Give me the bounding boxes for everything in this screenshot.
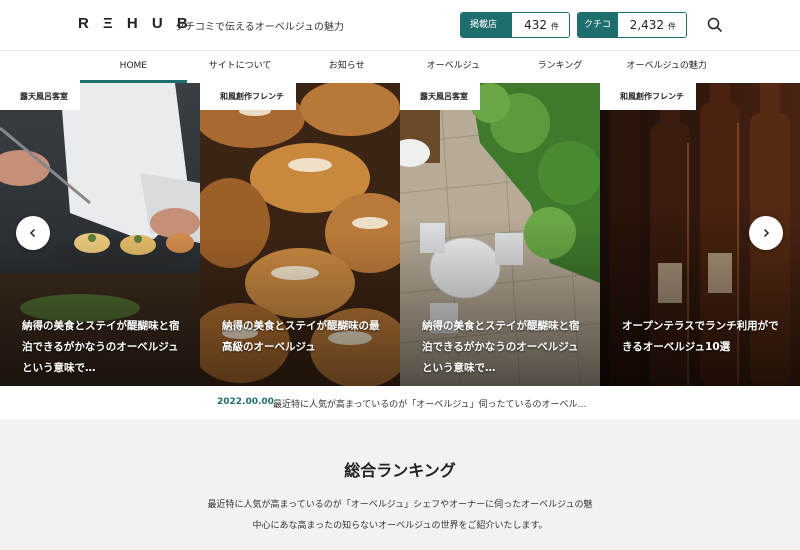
slide-title: 納得の美食とステイが醍醐味と宿泊できるがかなうのオーベルジュという意味で… [422, 320, 580, 374]
chevron-right-icon [763, 228, 770, 238]
review-count-number: 2,432 [629, 18, 664, 32]
slide-tag: 露天風呂客室 [400, 83, 480, 110]
store-count-label: 掲載店舗 [461, 13, 513, 37]
search-icon [707, 17, 722, 32]
nav-item-ranking[interactable]: ランキング [507, 51, 614, 83]
slide-tag: 露天風呂客室 [0, 83, 80, 110]
news-date: 2022.00.00 [217, 397, 274, 407]
ranking-description-line-2: 中心にあな高まったの知らないオーベルジュの世界をご紹介いたします。 [252, 521, 548, 531]
featured-slider: 露天風呂客室 納得の美食とステイが醍醐味と宿泊できるがかなうのオーベルジュという… [0, 83, 800, 386]
nav-item-appeal[interactable]: オーベルジュの魅力 [613, 51, 720, 83]
store-count-value: 432 件 [512, 13, 569, 37]
news-headline[interactable]: 最近特に人気が高まっているのが「オーベルジュ」伺ったているのオーベル… [273, 397, 587, 410]
store-count-number: 432 [524, 18, 547, 32]
store-count-unit: 件 [551, 22, 559, 31]
slide-title: 納得の美食とステイが醍醐味と宿泊できるがかなうのオーベルジュという意味で… [22, 320, 180, 374]
review-count-value: 2,432 件 [617, 13, 686, 37]
review-count-unit: 件 [668, 22, 676, 31]
slide-card-3[interactable]: 露天風呂客室 納得の美食とステイが醍醐味と宿泊できるがかなうのオーベルジュという… [400, 83, 600, 386]
nav-item-news[interactable]: お知らせ [293, 51, 400, 83]
slide-tag: 和風創作フレンチ [600, 83, 696, 110]
slider-next-button[interactable] [749, 216, 783, 250]
slide-title: 納得の美食とステイが醍醐味の最高級のオーベルジュ [222, 320, 380, 353]
search-button[interactable] [706, 16, 724, 34]
slide-title: オープンテラスでランチ利用ができるオーベルジュ10選 [622, 320, 779, 353]
store-count-badge: 掲載店舗 432 件 [460, 12, 570, 38]
main-nav: HOME サイトについて お知らせ オーベルジュ ランキング オーベルジュの魅力 [0, 50, 800, 83]
nav-item-auberge[interactable]: オーベルジュ [400, 51, 507, 83]
ranking-section: 総合ランキング 最近特に人気が高まっているのが「オーベルジュ」シェフやオーナーに… [0, 419, 800, 550]
site-header: R Ξ H U B クチコミで伝えるオーベルジュの魅力 掲載店舗 432件 クチ… [0, 0, 800, 50]
chevron-left-icon [29, 228, 36, 238]
nav-item-home[interactable]: HOME [80, 51, 187, 83]
slide-tag: 和風創作フレンチ [200, 83, 296, 110]
ranking-description-line-1: 最近特に人気が高まっているのが「オーベルジュ」シェフやオーナーに伺ったオーベルジ… [207, 500, 593, 510]
review-count-badge: クチコミ数 2,432 件 [577, 12, 687, 38]
ranking-title: 総合ランキング [344, 461, 456, 480]
slider-prev-button[interactable] [16, 216, 50, 250]
slide-card-2[interactable]: 和風創作フレンチ 納得の美食とステイが醍醐味の最高級のオーベルジュ [200, 83, 400, 386]
nav-item-about[interactable]: サイトについて [187, 51, 294, 83]
news-ticker[interactable]: 2022.00.00 最近特に人気が高まっているのが「オーベルジュ」伺ったている… [0, 386, 800, 419]
site-tagline: クチコミで伝えるオーベルジュの魅力 [175, 22, 344, 33]
review-count-label: クチコミ数 [578, 13, 618, 37]
